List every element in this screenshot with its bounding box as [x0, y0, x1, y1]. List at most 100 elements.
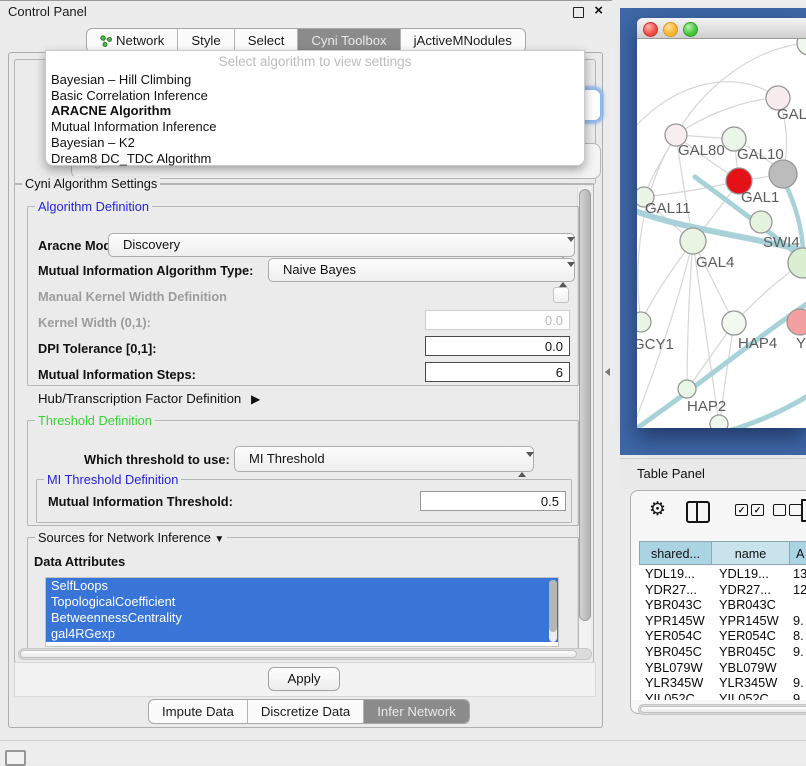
label-gcy1: GCY1 — [637, 336, 674, 353]
algorithm-definition-legend: Algorithm Definition — [35, 199, 152, 214]
algorithm-option-basic-correlation[interactable]: Basic Correlation Inference — [49, 88, 571, 104]
node-bottom-partial[interactable] — [710, 415, 728, 428]
list-item-betweennesscentrality[interactable]: BetweennessCentrality — [46, 610, 558, 626]
stepper-icon — [518, 453, 526, 477]
tab-style[interactable]: Style — [177, 29, 233, 52]
list-item-selfloops[interactable]: SelfLoops — [46, 578, 558, 594]
apply-button[interactable]: Apply — [268, 667, 340, 691]
attributes-scrollbar-thumb[interactable] — [549, 580, 557, 632]
mi-type-label: Mutual Information Algorithm Type: — [38, 263, 253, 278]
node-right-green[interactable] — [788, 248, 806, 278]
new-table-icon[interactable] — [801, 499, 806, 522]
data-attributes-list: SelfLoops TopologicalCoefficient Between… — [45, 577, 559, 647]
tab-jactivemnodules[interactable]: jActiveMNodules — [400, 29, 525, 52]
deselect-all-checkbox-icon[interactable] — [773, 504, 786, 516]
zoom-traffic-light[interactable] — [683, 22, 698, 37]
algorithm-option-dream8[interactable]: Dream8 DC_TDC Algorithm — [49, 151, 571, 167]
table-panel-titlebar: Table Panel — [620, 458, 806, 489]
label-swi4: SWI4 — [763, 234, 800, 251]
close-traffic-light[interactable] — [643, 22, 658, 37]
sources-legend[interactable]: Sources for Network Inference ▼ — [35, 530, 227, 545]
expand-arrow-icon: ▶ — [251, 392, 260, 406]
mutual-information-threshold-field[interactable]: 0.5 — [420, 491, 566, 511]
tab-impute-data[interactable]: Impute Data — [149, 700, 247, 723]
which-threshold-combo[interactable]: MI Threshold — [234, 446, 534, 472]
network-canvas[interactable]: GAL GAL80 GAL10 GAL1 GAL11 SWI4 GAL4 GCY… — [637, 39, 806, 428]
tab-infer-network[interactable]: Infer Network — [363, 700, 468, 723]
node-gal4[interactable] — [680, 228, 706, 254]
table-row[interactable]: YPR145WYPR145W9. — [632, 613, 806, 629]
panel-divider-handle[interactable] — [605, 368, 610, 376]
label-gal4: GAL4 — [696, 254, 734, 271]
table-hscrollbar[interactable] — [638, 704, 806, 715]
table-row[interactable]: YDR27...YDR27...12 — [632, 582, 806, 598]
network-window-titlebar[interactable] — [637, 18, 806, 39]
table-row[interactable]: YBR045CYBR045C9. — [632, 644, 806, 660]
table-row[interactable]: YLR345WYLR345W9. — [632, 675, 806, 691]
settings-hscrollbar[interactable] — [18, 648, 592, 660]
algorithm-option-mutual-information[interactable]: Mutual Information Inference — [49, 119, 571, 135]
node-hap2[interactable] — [678, 380, 696, 398]
attributes-scrollbar[interactable] — [549, 580, 557, 642]
dpi-tolerance-label: DPI Tolerance [0,1]: — [38, 341, 157, 356]
algorithm-definition-group: Algorithm Definition Aracne Mode: Discov… — [27, 206, 579, 386]
list-item-gal4rgexp[interactable]: gal4RGexp — [46, 626, 558, 642]
aracne-mode-combo[interactable]: Discovery — [108, 233, 575, 257]
kernel-width-field[interactable]: 0.0 — [425, 310, 570, 330]
mi-steps-field[interactable]: 6 — [425, 362, 570, 382]
which-threshold-label: Which threshold to use: — [84, 452, 230, 467]
label-gal1: GAL1 — [741, 189, 779, 206]
algorithm-option-aracne[interactable]: ARACNE Algorithm — [49, 103, 571, 119]
node-gcy1[interactable] — [637, 312, 651, 332]
table-hscrollbar-thumb[interactable] — [640, 706, 806, 713]
tab-cyni-toolbox[interactable]: Cyni Toolbox — [297, 29, 399, 52]
node-salmon[interactable] — [787, 309, 806, 335]
node-gray[interactable] — [769, 160, 797, 188]
table-row[interactable]: YIL052CYIL052C9 — [632, 691, 806, 700]
manual-kernel-label: Manual Kernel Width Definition — [38, 289, 227, 304]
tab-discretize-data[interactable]: Discretize Data — [247, 700, 363, 723]
hidden-panel-icon[interactable] — [5, 750, 26, 766]
table-row[interactable]: YBR043CYBR043C — [632, 597, 806, 613]
minimize-traffic-light[interactable] — [663, 22, 678, 37]
settings-scrollbar-thumb[interactable] — [579, 189, 591, 621]
cyni-algorithm-settings-legend: Cyni Algorithm Settings — [22, 176, 160, 191]
gear-icon[interactable]: ⚙ — [649, 498, 666, 521]
algorithm-option-bayesian-hill[interactable]: Bayesian – Hill Climbing — [49, 72, 571, 88]
control-panel-title: Control Panel — [8, 4, 87, 19]
algorithm-option-bayesian-k2[interactable]: Bayesian – K2 — [49, 135, 571, 151]
hub-definition-toggle[interactable]: Hub/Transcription Factor Definition ▶ — [38, 391, 260, 406]
table-panel: ⚙ ✓ ✓ shared... name A YDL19...YDL19...1… — [630, 490, 806, 714]
column-header-a[interactable]: A — [789, 541, 806, 565]
data-attributes-label: Data Attributes — [34, 554, 125, 569]
label-gal11: GAL11 — [645, 200, 691, 217]
dpi-tolerance-field[interactable]: 0.0 — [425, 336, 570, 356]
label-hap4: HAP4 — [738, 335, 777, 352]
node-top-partial[interactable] — [797, 39, 806, 55]
table-row[interactable]: YDL19...YDL19...13 — [632, 566, 806, 582]
node-hap4[interactable] — [722, 311, 746, 335]
column-header-shared[interactable]: shared... — [639, 541, 712, 565]
settings-hscrollbar-thumb[interactable] — [20, 650, 577, 658]
cyni-bottom-tabbar: Impute Data Discretize Data Infer Networ… — [148, 699, 470, 724]
list-item-topologicalcoefficient[interactable]: TopologicalCoefficient — [46, 594, 558, 610]
tab-network-label: Network — [116, 29, 164, 52]
close-icon[interactable]: × — [594, 2, 603, 19]
mi-type-combo[interactable]: Naive Bayes — [268, 258, 575, 282]
table-row[interactable]: YER054CYER054C8. — [632, 628, 806, 644]
tab-select[interactable]: Select — [234, 29, 298, 52]
kernel-width-label: Kernel Width (0,1): — [38, 315, 151, 330]
tab-network[interactable]: Network — [87, 29, 177, 52]
collapse-arrow-icon: ▼ — [214, 534, 224, 545]
column-header-name[interactable]: name — [711, 541, 790, 565]
settings-scrollbar[interactable] — [577, 187, 591, 657]
select-all-checkbox-icon[interactable]: ✓ — [735, 504, 748, 516]
sources-group: Sources for Network Inference ▼ Data Att… — [27, 537, 579, 650]
node-swi4[interactable] — [750, 211, 772, 233]
bottom-strip — [0, 740, 806, 763]
split-columns-icon[interactable] — [686, 501, 710, 523]
table-row[interactable]: YBL079WYBL079W — [632, 660, 806, 676]
manual-kernel-checkbox[interactable] — [553, 287, 569, 303]
select-all-checkbox-icon[interactable]: ✓ — [751, 504, 764, 516]
float-panel-icon[interactable] — [573, 7, 584, 18]
